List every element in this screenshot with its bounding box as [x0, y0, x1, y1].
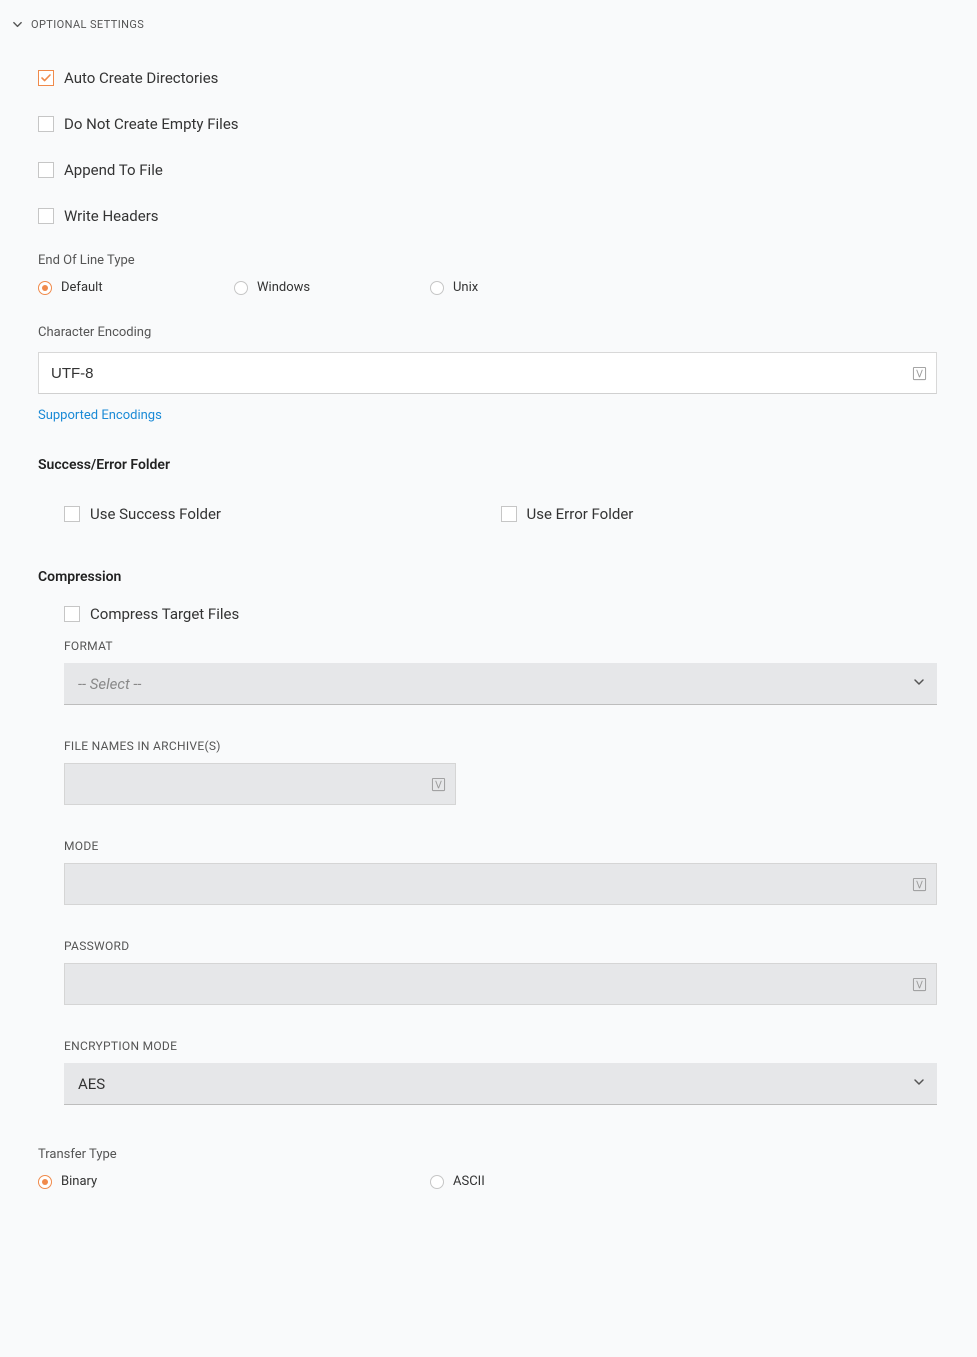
transfer-radio-ascii[interactable]: ASCII: [430, 1174, 822, 1189]
do-not-create-empty-label: Do Not Create Empty Files: [64, 115, 239, 133]
variable-icon: [911, 976, 927, 992]
transfer-binary-label: Binary: [61, 1174, 97, 1189]
success-error-heading: Success/Error Folder: [38, 457, 937, 473]
eol-radio-group: Default Windows Unix: [38, 280, 937, 295]
compression-heading: Compression: [38, 569, 937, 585]
chevron-down-icon: [12, 19, 23, 30]
file-names-input: [64, 763, 456, 805]
radio-icon: [430, 1175, 444, 1189]
transfer-ascii-label: ASCII: [453, 1174, 485, 1189]
do-not-create-empty-checkbox[interactable]: [38, 116, 54, 132]
eol-unix-label: Unix: [453, 280, 478, 295]
format-select[interactable]: -- Select --: [64, 663, 937, 705]
compress-target-checkbox[interactable]: [64, 606, 80, 622]
append-to-file-checkbox[interactable]: [38, 162, 54, 178]
optional-settings-header[interactable]: OPTIONAL SETTINGS: [12, 12, 937, 41]
password-input: [64, 963, 937, 1005]
radio-icon: [430, 281, 444, 295]
eol-windows-label: Windows: [257, 280, 310, 295]
section-title: OPTIONAL SETTINGS: [31, 18, 144, 31]
supported-encodings-link[interactable]: Supported Encodings: [38, 408, 162, 423]
radio-icon: [234, 281, 248, 295]
compress-target-label: Compress Target Files: [90, 605, 239, 623]
file-names-label: FILE NAMES IN ARCHIVE(S): [64, 739, 937, 753]
use-success-folder-checkbox[interactable]: [64, 506, 80, 522]
use-success-folder-label: Use Success Folder: [90, 505, 221, 523]
eol-radio-windows[interactable]: Windows: [234, 280, 430, 295]
write-headers-label: Write Headers: [64, 207, 159, 225]
variable-icon[interactable]: [911, 365, 927, 381]
mode-input: [64, 863, 937, 905]
transfer-type-label: Transfer Type: [38, 1147, 937, 1162]
use-error-folder-label: Use Error Folder: [527, 505, 634, 523]
radio-icon: [38, 1175, 52, 1189]
variable-icon: [911, 876, 927, 892]
eol-radio-unix[interactable]: Unix: [430, 280, 626, 295]
password-label: PASSWORD: [64, 939, 937, 953]
radio-icon: [38, 281, 52, 295]
eol-radio-default[interactable]: Default: [38, 280, 234, 295]
transfer-radio-binary[interactable]: Binary: [38, 1174, 430, 1189]
eol-label: End Of Line Type: [38, 253, 937, 268]
use-error-folder-checkbox[interactable]: [501, 506, 517, 522]
encoding-input[interactable]: [38, 352, 937, 394]
chevron-down-icon: [913, 676, 925, 692]
auto-create-dirs-label: Auto Create Directories: [64, 69, 218, 87]
append-to-file-label: Append To File: [64, 161, 163, 179]
transfer-radio-group: Binary ASCII: [38, 1174, 937, 1189]
mode-label: MODE: [64, 839, 937, 853]
format-placeholder: -- Select --: [78, 675, 141, 693]
eol-default-label: Default: [61, 280, 103, 295]
encryption-mode-label: ENCRYPTION MODE: [64, 1039, 937, 1053]
format-label: FORMAT: [64, 639, 937, 653]
variable-icon: [430, 776, 446, 792]
encoding-label: Character Encoding: [38, 325, 937, 340]
encryption-mode-value: AES: [78, 1075, 105, 1093]
write-headers-checkbox[interactable]: [38, 208, 54, 224]
auto-create-dirs-checkbox[interactable]: [38, 70, 54, 86]
chevron-down-icon: [913, 1076, 925, 1092]
encryption-mode-select[interactable]: AES: [64, 1063, 937, 1105]
